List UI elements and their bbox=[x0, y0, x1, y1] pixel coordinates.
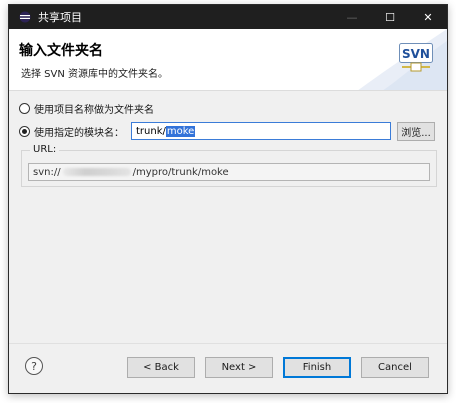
radio-button-unchecked[interactable] bbox=[19, 102, 30, 114]
radio-use-module-name[interactable]: 使用指定的模块名： bbox=[19, 123, 124, 139]
svn-logo-icon: SVN bbox=[399, 43, 433, 72]
url-suffix: /mypro/trunk/moke bbox=[132, 166, 229, 178]
url-label: URL: bbox=[30, 144, 60, 155]
page-description: 选择 SVN 资源库中的文件夹名。 bbox=[21, 69, 169, 80]
window-title: 共享项目 bbox=[38, 11, 82, 24]
wizard-header: 输入文件夹名 选择 SVN 资源库中的文件夹名。 SVN bbox=[9, 29, 447, 91]
page-title: 输入文件夹名 bbox=[19, 43, 103, 59]
close-button[interactable]: ✕ bbox=[409, 5, 447, 29]
minimize-button[interactable]: — bbox=[333, 5, 371, 29]
radio-button-checked[interactable] bbox=[19, 125, 30, 137]
redacted-host bbox=[62, 168, 131, 176]
module-input-prefix: trunk/ bbox=[136, 125, 166, 137]
cancel-button[interactable]: Cancel bbox=[361, 357, 429, 378]
radio-label: 使用项目名称做为文件夹名 bbox=[34, 104, 154, 116]
radio-label: 使用指定的模块名： bbox=[34, 127, 124, 139]
title-bar[interactable]: 共享项目 — ☐ ✕ bbox=[9, 5, 447, 29]
svn-logo-text: SVN bbox=[402, 47, 430, 61]
radio-use-project-name[interactable]: 使用项目名称做为文件夹名 bbox=[19, 100, 154, 116]
finish-button[interactable]: Finish bbox=[283, 357, 351, 378]
url-field: svn:// /mypro/trunk/moke bbox=[28, 163, 430, 181]
module-name-input[interactable]: trunk/moke bbox=[131, 122, 391, 140]
module-input-selection: moke bbox=[165, 125, 196, 137]
eclipse-icon bbox=[17, 9, 33, 25]
maximize-button[interactable]: ☐ bbox=[371, 5, 409, 29]
browse-button[interactable]: 浏览... bbox=[397, 122, 435, 141]
back-button[interactable]: < Back bbox=[127, 357, 195, 378]
next-button[interactable]: Next > bbox=[205, 357, 273, 378]
url-prefix: svn:// bbox=[33, 166, 61, 178]
footer-divider bbox=[9, 343, 447, 344]
share-project-dialog: 共享项目 — ☐ ✕ 输入文件夹名 选择 SVN 资源库中的文件夹名。 SVN … bbox=[8, 4, 448, 394]
url-group: URL: svn:// /mypro/trunk/moke bbox=[21, 144, 437, 187]
question-icon[interactable]: ? bbox=[25, 357, 43, 375]
window-controls: — ☐ ✕ bbox=[333, 5, 447, 29]
